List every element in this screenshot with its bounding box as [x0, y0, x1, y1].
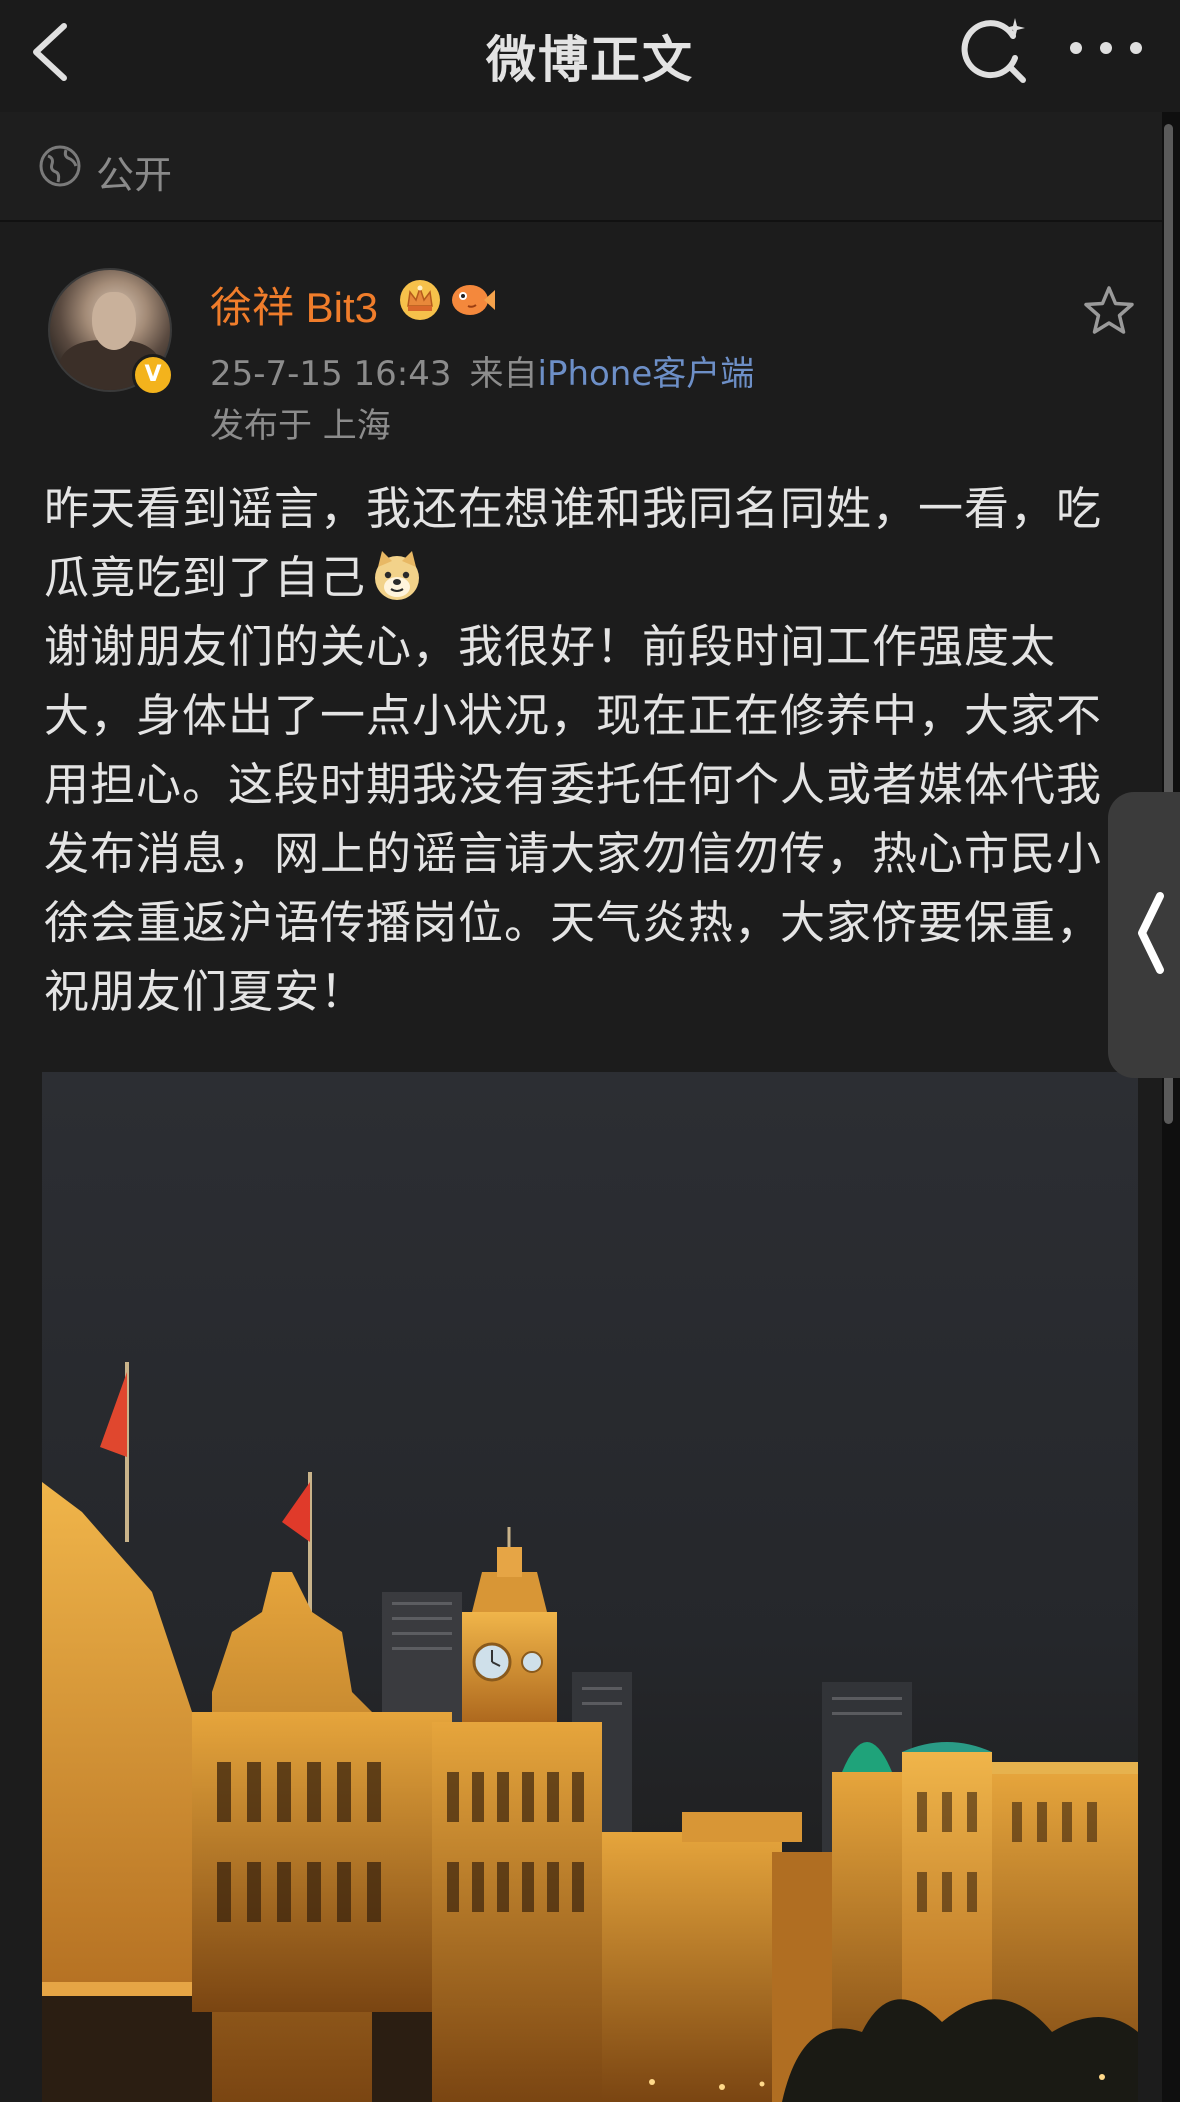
- fish-icon[interactable]: [448, 278, 496, 322]
- bund-night-photo: [42, 1072, 1138, 2102]
- post-timestamp: 25-7-15 16:43: [210, 354, 452, 394]
- star-icon: [1084, 286, 1134, 334]
- crown-icon[interactable]: [398, 278, 442, 322]
- post-paragraph: 谢谢朋友们的关心，我很好！前段时间工作强度太大，身体出了一点小状况，现在正在修养…: [44, 620, 1103, 1018]
- search-button[interactable]: [955, 12, 1033, 90]
- post-meta: 25-7-15 16:43 来自iPhone客户端: [210, 346, 754, 395]
- doge-icon: [375, 551, 420, 600]
- post-body: 昨天看到谣言，我还在想谁和我同名同姓，一看，吃瓜竟吃到了自己 谢谢朋友们的关心，…: [44, 474, 1104, 1026]
- source-link[interactable]: iPhone客户端: [538, 354, 755, 394]
- globe-icon: [39, 145, 81, 187]
- top-nav-bar: 微博正文: [0, 0, 1180, 112]
- avatar-face-shape: [92, 292, 136, 350]
- post-image[interactable]: [42, 1072, 1138, 2102]
- source-prefix: 来自: [469, 354, 538, 394]
- author-name[interactable]: 徐祥 Bit3: [210, 274, 378, 335]
- chevron-left-icon: [1138, 892, 1164, 974]
- visibility-row: 公开: [0, 112, 1162, 222]
- more-options-button[interactable]: [1062, 20, 1150, 76]
- more-horizontal-icon: [1070, 42, 1142, 54]
- visibility-label: 公开: [96, 153, 173, 197]
- favorite-button[interactable]: [1082, 284, 1136, 338]
- search-icon: [961, 18, 1026, 83]
- verified-badge: V: [132, 354, 174, 396]
- paragraph-text: 昨天看到谣言，我还在想谁和我同名同姓，一看，吃瓜竟吃到了自己: [44, 482, 1103, 604]
- post-paragraph: 昨天看到谣言，我还在想谁和我同名同姓，一看，吃瓜竟吃到了自己: [44, 474, 1104, 612]
- post-card: V 徐祥 Bit3 25-7-15 16:43 来自iPhone客户端 发布于 上…: [0, 222, 1162, 2102]
- post-location: 发布于 上海: [210, 406, 391, 446]
- weibo-post-page: 微博正文 公开 V 徐祥 Bit3 25-7-15 16:43 来自iPhone…: [0, 0, 1180, 2102]
- side-panel-toggle[interactable]: [1108, 792, 1180, 1078]
